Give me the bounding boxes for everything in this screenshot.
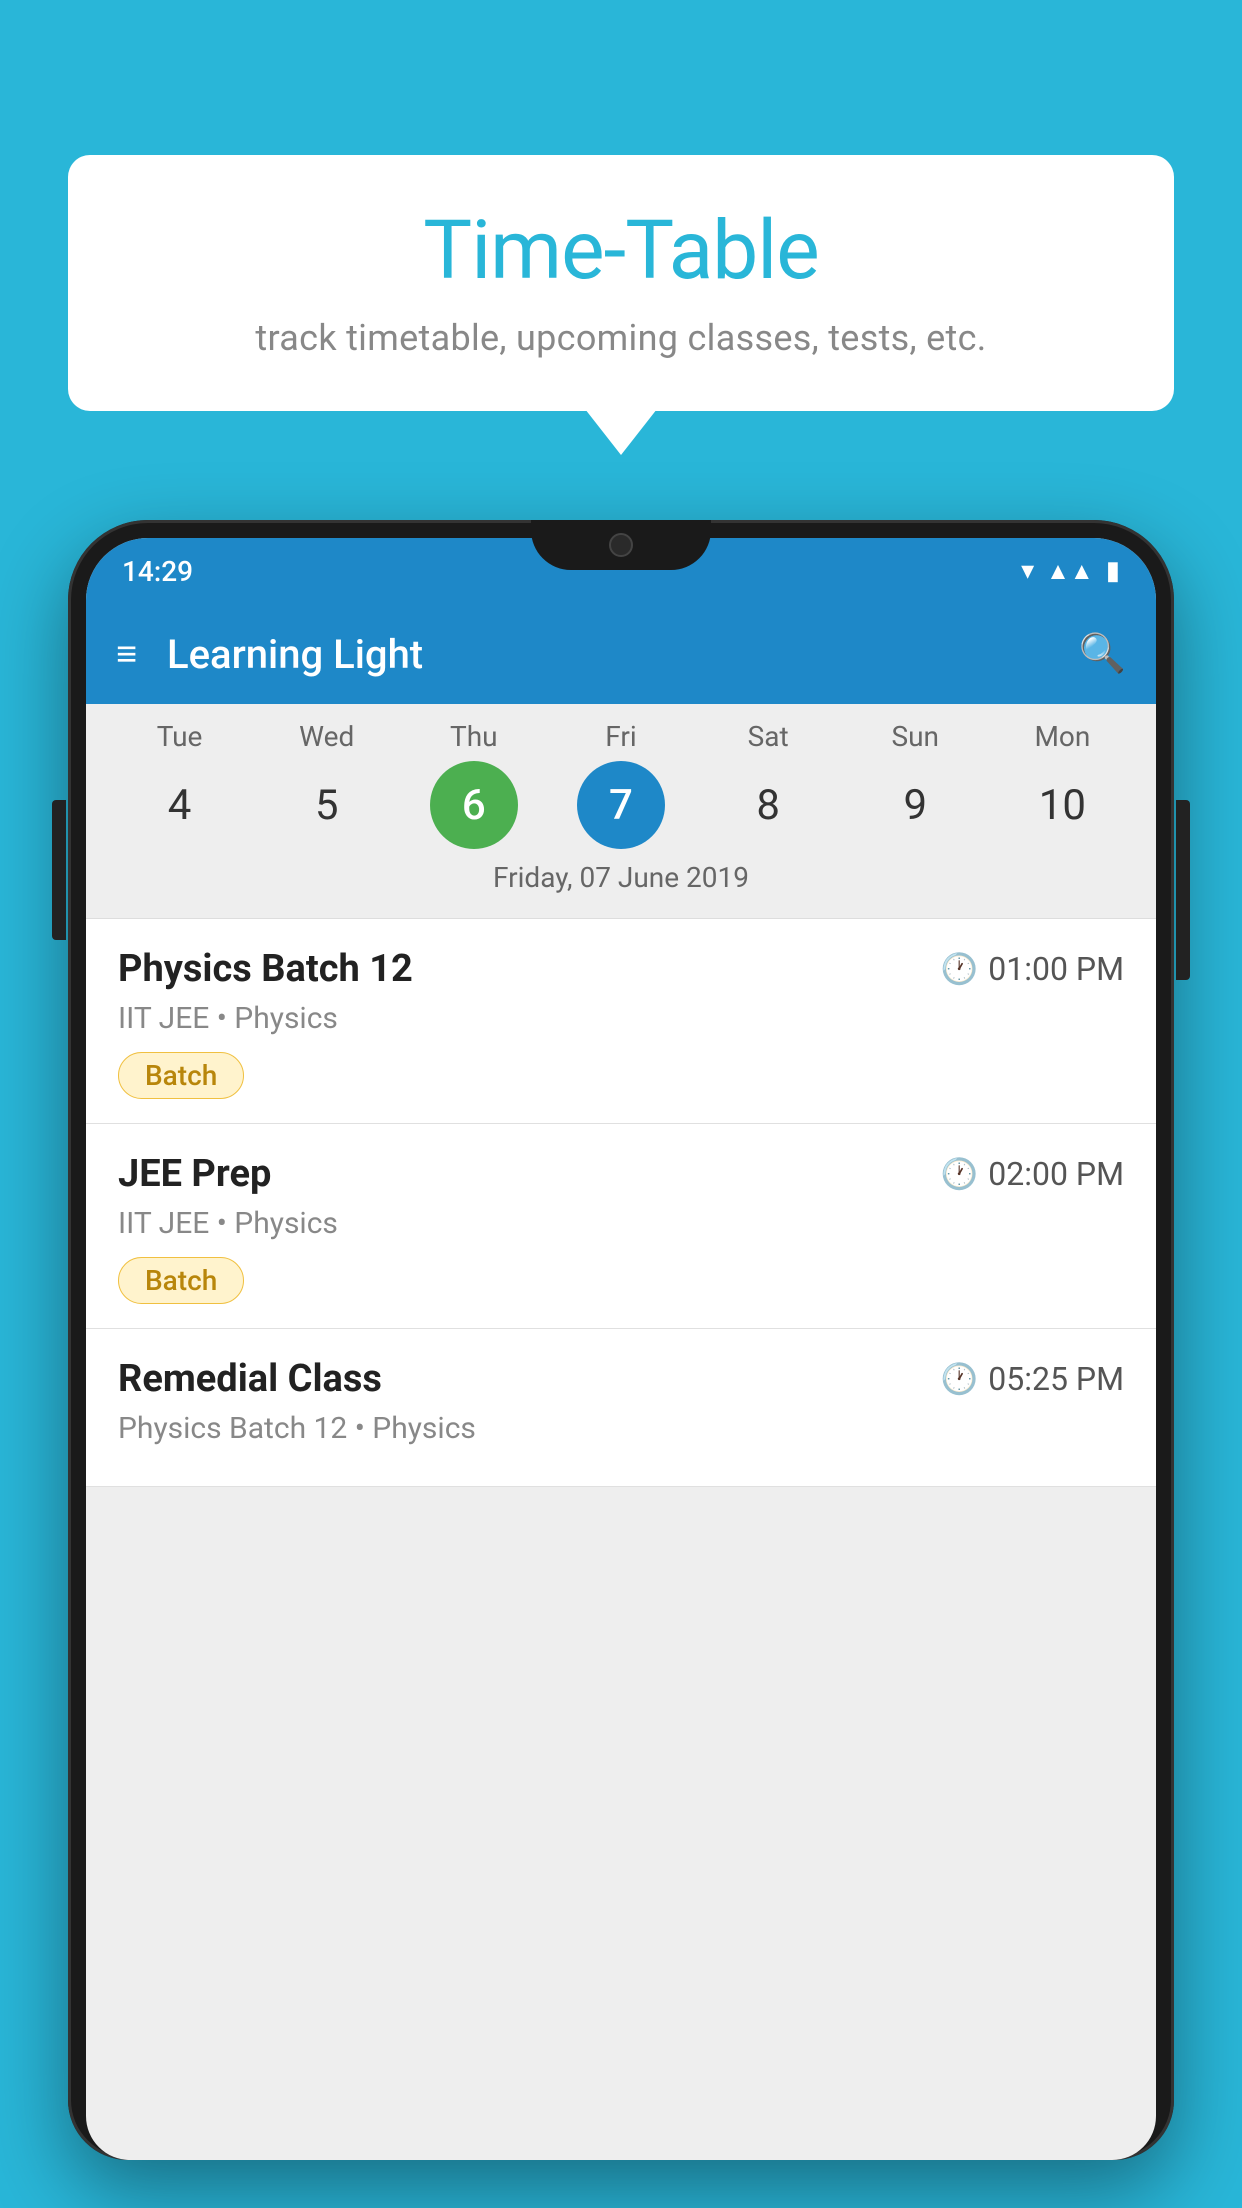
- schedule-item-1-header: Physics Batch 12 🕐 01:00 PM: [118, 947, 1124, 991]
- schedule-item-2-title: JEE Prep: [118, 1152, 271, 1196]
- schedule-item-2-header: JEE Prep 🕐 02:00 PM: [118, 1152, 1124, 1196]
- speech-bubble-container: Time-Table track timetable, upcoming cla…: [68, 155, 1174, 411]
- day-10[interactable]: 10: [1018, 761, 1106, 849]
- day-label-tue: Tue: [136, 720, 224, 753]
- battery-icon: ▮: [1106, 556, 1120, 586]
- schedule-item-1-subtitle: IIT JEE • Physics: [118, 1001, 1124, 1036]
- day-7-selected[interactable]: 7: [577, 761, 665, 849]
- day-8[interactable]: 8: [724, 761, 812, 849]
- day-label-thu: Thu: [430, 720, 518, 753]
- hamburger-icon[interactable]: ≡: [116, 633, 137, 675]
- schedule-item-2-subtitle: IIT JEE • Physics: [118, 1206, 1124, 1241]
- schedule-item-1[interactable]: Physics Batch 12 🕐 01:00 PM IIT JEE • Ph…: [86, 919, 1156, 1124]
- day-6-today[interactable]: 6: [430, 761, 518, 849]
- search-icon[interactable]: 🔍: [1079, 632, 1126, 676]
- clock-icon-2: 🕐: [941, 1157, 978, 1192]
- app-bar: ≡ Learning Light 🔍: [86, 604, 1156, 704]
- schedule-item-1-time-text: 01:00 PM: [988, 950, 1124, 988]
- phone-camera: [609, 533, 633, 557]
- day-9[interactable]: 9: [871, 761, 959, 849]
- wifi-icon: ▾: [1021, 556, 1034, 586]
- signal-icon: ▲▲: [1046, 557, 1094, 586]
- phone-frame: 14:29 ▾ ▲▲ ▮ ≡ Learning Light 🔍 Tue Wed …: [68, 520, 1174, 2208]
- day-label-wed: Wed: [283, 720, 371, 753]
- speech-bubble-subtitle: track timetable, upcoming classes, tests…: [128, 317, 1114, 359]
- clock-icon-3: 🕐: [941, 1362, 978, 1397]
- schedule-item-2-time-text: 02:00 PM: [988, 1155, 1124, 1193]
- schedule-item-2-time: 🕐 02:00 PM: [941, 1155, 1124, 1193]
- status-icons: ▾ ▲▲ ▮: [1021, 556, 1120, 586]
- calendar-strip: Tue Wed Thu Fri Sat Sun Mon 4 5 6 7 8 9 …: [86, 704, 1156, 918]
- schedule-item-2[interactable]: JEE Prep 🕐 02:00 PM IIT JEE • Physics Ba…: [86, 1124, 1156, 1329]
- schedule-item-3-time: 🕐 05:25 PM: [941, 1360, 1124, 1398]
- day-label-sat: Sat: [724, 720, 812, 753]
- schedule-item-3-time-text: 05:25 PM: [988, 1360, 1124, 1398]
- speech-bubble-title: Time-Table: [128, 203, 1114, 299]
- speech-bubble: Time-Table track timetable, upcoming cla…: [68, 155, 1174, 411]
- schedule-item-3-header: Remedial Class 🕐 05:25 PM: [118, 1357, 1124, 1401]
- selected-date-label: Friday, 07 June 2019: [86, 849, 1156, 910]
- batch-badge-2: Batch: [118, 1257, 244, 1304]
- day-numbers: 4 5 6 7 8 9 10: [86, 761, 1156, 849]
- phone-outer: 14:29 ▾ ▲▲ ▮ ≡ Learning Light 🔍 Tue Wed …: [68, 520, 1174, 2160]
- day-4[interactable]: 4: [136, 761, 224, 849]
- schedule-item-3-subtitle: Physics Batch 12 • Physics: [118, 1411, 1124, 1446]
- day-labels: Tue Wed Thu Fri Sat Sun Mon: [86, 720, 1156, 753]
- schedule-list: Physics Batch 12 🕐 01:00 PM IIT JEE • Ph…: [86, 919, 1156, 1487]
- phone-notch: [531, 520, 711, 570]
- batch-badge-1: Batch: [118, 1052, 244, 1099]
- schedule-item-3-title: Remedial Class: [118, 1357, 382, 1401]
- schedule-item-1-title: Physics Batch 12: [118, 947, 413, 991]
- status-time: 14:29: [122, 555, 193, 588]
- day-label-mon: Mon: [1018, 720, 1106, 753]
- schedule-item-3[interactable]: Remedial Class 🕐 05:25 PM Physics Batch …: [86, 1329, 1156, 1487]
- clock-icon-1: 🕐: [941, 952, 978, 987]
- day-5[interactable]: 5: [283, 761, 371, 849]
- phone-screen: 14:29 ▾ ▲▲ ▮ ≡ Learning Light 🔍 Tue Wed …: [86, 538, 1156, 2160]
- day-label-fri: Fri: [577, 720, 665, 753]
- day-label-sun: Sun: [871, 720, 959, 753]
- app-title: Learning Light: [167, 631, 1079, 678]
- schedule-item-1-time: 🕐 01:00 PM: [941, 950, 1124, 988]
